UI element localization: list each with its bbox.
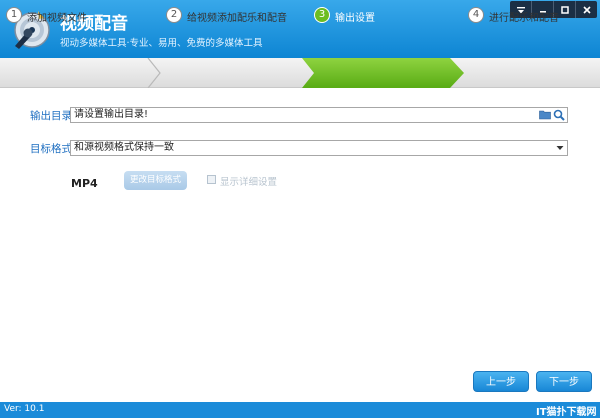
step-process[interactable]: 4 进行配乐和配音: [466, 0, 596, 30]
steps-bar: [0, 58, 600, 88]
dropdown-arrow[interactable]: [553, 141, 567, 155]
step-add-video[interactable]: 1 添加视频文件: [4, 0, 149, 30]
step-add-audio[interactable]: 2 给视频添加配乐和配音: [164, 0, 302, 30]
change-format-button[interactable]: 更改目标格式: [124, 171, 187, 190]
step-number: 3: [314, 7, 330, 23]
next-button[interactable]: 下一步: [536, 371, 592, 392]
output-dir-value: 请设置输出目录!: [74, 109, 149, 120]
step-label: 添加视频文件: [27, 13, 87, 24]
output-dir-field[interactable]: 请设置输出目录!: [70, 107, 568, 123]
target-format-select[interactable]: 和源视频格式保持一致: [70, 140, 568, 156]
status-bar: Ver: 10.1: [0, 402, 600, 418]
chevron-down-icon: [556, 146, 564, 150]
step-number: 4: [468, 7, 484, 23]
step-output-settings[interactable]: 3 输出设置: [312, 0, 452, 30]
watermark-logo: IT猫扑下载网: [536, 407, 597, 418]
step-separators: [147, 58, 462, 88]
folder-icon[interactable]: [539, 109, 551, 120]
app-subtitle: 视动多媒体工具·专业、易用、免费的多媒体工具: [60, 38, 263, 49]
search-icon[interactable]: [553, 109, 565, 121]
current-format: MP4: [71, 177, 98, 190]
step-number: 2: [166, 7, 182, 23]
prev-button[interactable]: 上一步: [473, 371, 529, 392]
output-dir-label: 输出目录:: [30, 110, 76, 122]
target-format-value: 和源视频格式保持一致: [74, 142, 174, 153]
show-details-checkbox[interactable]: [207, 175, 216, 184]
step-label: 进行配乐和配音: [489, 13, 559, 24]
version-label: Ver: 10.1: [4, 404, 45, 414]
active-step-highlight: [302, 58, 464, 88]
step-label: 给视频添加配乐和配音: [187, 13, 287, 24]
step-number: 1: [6, 7, 22, 23]
target-format-label: 目标格式:: [30, 143, 76, 155]
step-label: 输出设置: [335, 13, 375, 24]
show-details-label: 显示详细设置: [220, 177, 278, 188]
